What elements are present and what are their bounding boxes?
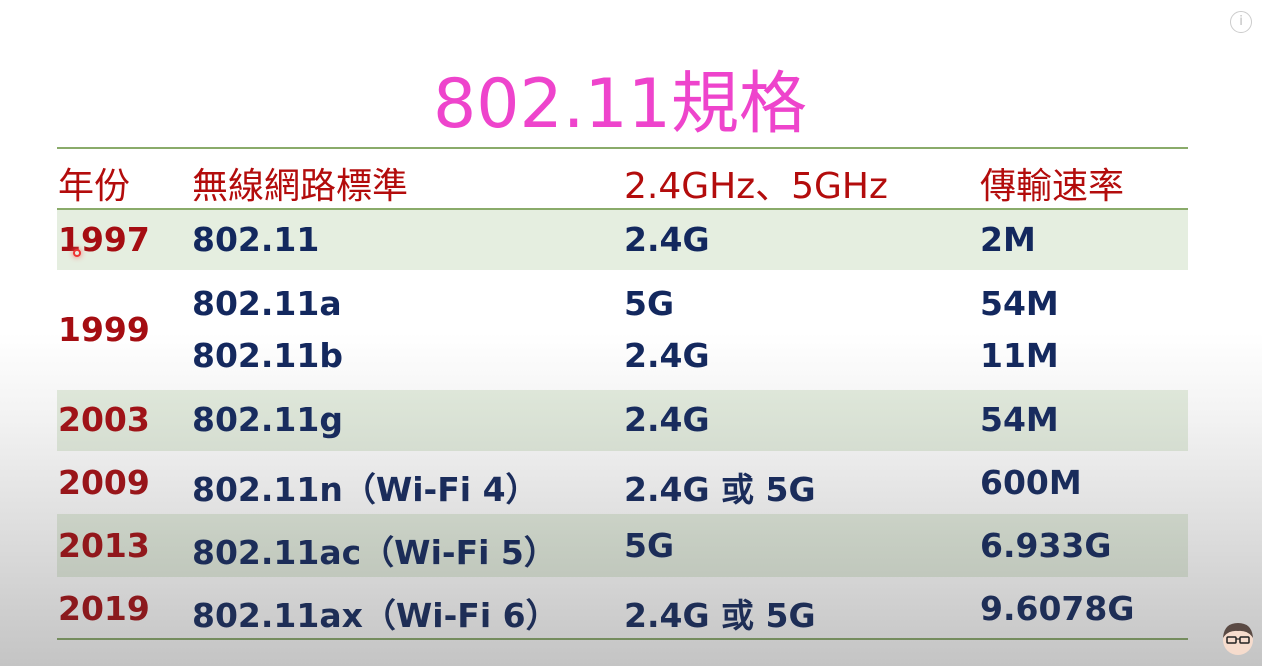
band: 5G <box>624 284 675 323</box>
band: 2.4G <box>624 220 710 259</box>
header-year: 年份 <box>58 166 131 207</box>
table-header: 年份 無線網路標準 2.4GHz、5GHz 傳輸速率 <box>57 149 1188 210</box>
standard: 802.11n（Wi-Fi 4） <box>192 470 539 509</box>
standard: 802.11b <box>192 336 343 375</box>
header-band: 2.4GHz、5GHz <box>624 166 888 207</box>
speed: 600M <box>980 463 1082 502</box>
table-row: 2009 802.11n（Wi-Fi 4） 2.4G 或 5G 600M <box>57 451 1188 514</box>
header-speed: 傳輸速率 <box>980 166 1125 207</box>
table-row: 2003 802.11g 2.4G 54M <box>57 390 1188 451</box>
slide-title: 802.11規格 <box>433 65 807 144</box>
speed: 11M <box>980 336 1059 375</box>
year: 2019 <box>58 589 150 628</box>
table-row: 1999 802.11a 802.11b 5G 2.4G 54M 11M <box>57 270 1188 390</box>
standard: 802.11ax（Wi-Fi 6） <box>192 596 559 635</box>
speed: 9.6078G <box>980 589 1135 628</box>
year: 1997 <box>58 220 150 259</box>
year: 1999 <box>58 310 150 349</box>
wifi-standards-table: 年份 無線網路標準 2.4GHz、5GHz 傳輸速率 1997 802.11 2… <box>57 147 1188 640</box>
table-row: 2019 802.11ax（Wi-Fi 6） 2.4G 或 5G 9.6078G <box>57 577 1188 640</box>
table-row: 2013 802.11ac（Wi-Fi 5） 5G 6.933G <box>57 514 1188 577</box>
channel-avatar-icon[interactable] <box>1220 618 1256 658</box>
info-icon[interactable]: i <box>1230 11 1252 33</box>
table-row: 1997 802.11 2.4G 2M <box>57 210 1188 270</box>
year: 2009 <box>58 463 150 502</box>
speed: 54M <box>980 284 1059 323</box>
year: 2013 <box>58 526 150 565</box>
year: 2003 <box>58 400 150 439</box>
standard: 802.11 <box>192 220 320 259</box>
pointer-highlight-icon <box>73 249 81 257</box>
band: 2.4G 或 5G <box>624 470 816 509</box>
header-standard: 無線網路標準 <box>192 166 409 207</box>
standard: 802.11a <box>192 284 342 323</box>
band: 5G <box>624 526 675 565</box>
speed: 54M <box>980 400 1059 439</box>
band: 2.4G <box>624 400 710 439</box>
speed: 2M <box>980 220 1036 259</box>
standard: 802.11ac（Wi-Fi 5） <box>192 533 557 572</box>
band: 2.4G 或 5G <box>624 596 816 635</box>
standard: 802.11g <box>192 400 343 439</box>
band: 2.4G <box>624 336 710 375</box>
speed: 6.933G <box>980 526 1112 565</box>
